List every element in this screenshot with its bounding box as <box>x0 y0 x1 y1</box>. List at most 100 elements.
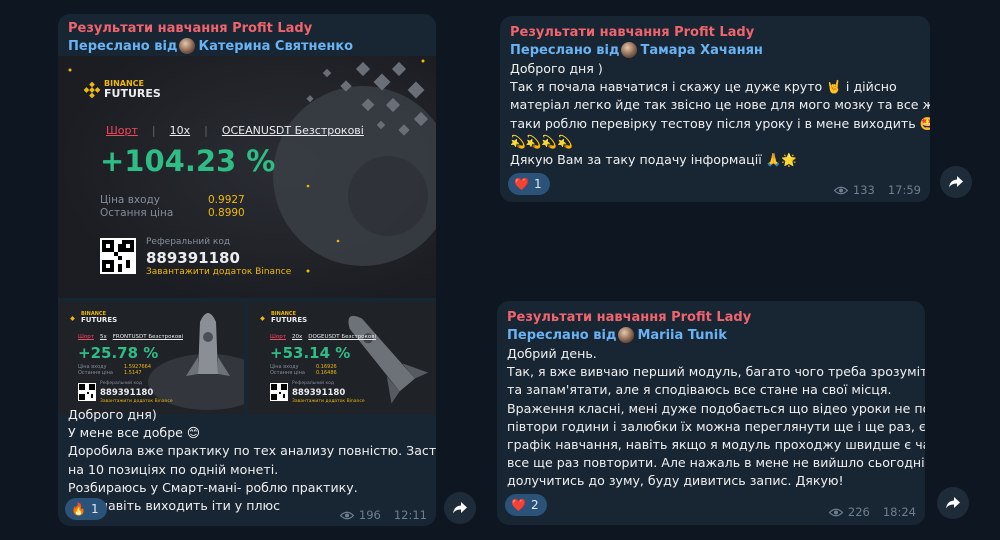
binance-icon <box>70 315 75 321</box>
text-line: Так я почала навчатися і скажу це дуже к… <box>510 79 897 95</box>
forwarded-prefix: Переслано від <box>68 38 178 54</box>
referral-code: 889391180 <box>146 249 240 267</box>
text-line: Доброго дня ) <box>510 61 603 76</box>
text-line: Враження класні, мені дуже подобається щ… <box>507 400 925 416</box>
logo-bottom-text: FUTURES <box>271 316 308 324</box>
position-side: Шорт <box>106 124 138 137</box>
message-text: Доброго дня ) Так я почала навчатися і с… <box>510 60 930 169</box>
view-count: 226 <box>847 505 870 519</box>
channel-title[interactable]: Результати навчання Profit Lady <box>507 310 751 325</box>
referral-label: Реферальний код <box>146 237 231 247</box>
reaction-count: 1 <box>90 502 99 516</box>
text-line: та запам'ятати, але я сподіваюсь все ста… <box>507 382 892 398</box>
reaction-button[interactable]: 🔥 1 <box>65 498 107 520</box>
reaction-button[interactable]: ❤️ 2 <box>505 494 547 516</box>
download-app-text: Завантажити додаток Binance <box>292 399 365 404</box>
view-count: 196 <box>358 508 381 522</box>
text-line: на 10 позиціях по одній монеті. <box>68 461 279 477</box>
view-count: 133 <box>852 183 875 197</box>
message-time: 12:11 <box>393 508 427 522</box>
qr-code-icon <box>100 238 136 274</box>
position-side: Шорт <box>270 334 286 340</box>
message-bubble[interactable]: Результати навчання Profit Lady Переслан… <box>58 14 436 526</box>
qr-code-icon <box>78 383 96 401</box>
download-app-text: Завантажити додаток Binance <box>100 399 173 404</box>
text-line: долучитись до зуму, буду дивитись запис.… <box>507 473 844 489</box>
share-arrow-icon <box>453 502 467 514</box>
referral-code: 889391180 <box>100 388 154 398</box>
last-price-label: Остання ціна <box>270 370 305 376</box>
forwarded-name[interactable]: Тамара Хачанян <box>640 43 762 58</box>
last-price-value: 0.16486 <box>316 370 337 376</box>
last-price-label: Остання ціна <box>100 207 174 219</box>
forwarded-from[interactable]: Переслано від Тамара Хачанян <box>510 42 763 58</box>
forwarded-from[interactable]: Переслано від Катерина Святненко <box>68 38 353 54</box>
position-leverage: 20x <box>291 334 303 340</box>
last-price-label: Остання ціна <box>78 370 113 376</box>
position-side: Шорт <box>78 334 94 340</box>
text-line: півтори години і залюбки їх можна перегл… <box>507 418 925 434</box>
position-tabs: Шорт | 10x | OCEANUSDT Безстрокові <box>106 124 364 137</box>
pnl-percent: +104.23 % <box>100 144 276 178</box>
message-time: 18:24 <box>882 505 916 519</box>
message-bubble[interactable]: Результати навчання Profit Lady Переслан… <box>500 16 930 202</box>
text-line: Доробила вже практику по тех анализу пов… <box>68 443 436 459</box>
message-meta: 196 12:11 <box>339 508 427 522</box>
logo-bottom-text: FUTURES <box>81 316 118 324</box>
text-line: Дякую Вам за таку подачу інформації 🙏🌟 <box>510 152 798 168</box>
position-pair: FRONTUSDT Безстрокові <box>112 334 183 340</box>
entry-price-value: 0.9927 <box>208 194 245 206</box>
message-meta: 133 17:59 <box>833 183 921 197</box>
share-arrow-icon <box>949 176 963 188</box>
share-button[interactable] <box>444 492 476 524</box>
binance-icon <box>84 81 100 98</box>
eye-icon <box>339 511 354 519</box>
message-text: Доброго дня) У мене все добре 😊 Доробила… <box>68 406 436 515</box>
forwarded-prefix: Переслано від <box>507 327 617 343</box>
position-pair: DOGEUSDT Безстрокові <box>308 334 377 340</box>
binance-logo: BINANCE FUTURES <box>68 312 117 324</box>
channel-title[interactable]: Результати навчання Profit Lady <box>510 25 754 40</box>
photo-binance-small-1[interactable]: BINANCE FUTURES Шорт 5x FRONTUSDT Безстр… <box>58 302 244 414</box>
text-line: У мене все добре 😊 <box>68 425 201 441</box>
text-line: графік навчання, навіть якщо я модуль пр… <box>507 437 925 453</box>
message-text: Добрий день. Так, я вже вивчаю перший мо… <box>507 345 925 491</box>
message-time: 17:59 <box>887 183 921 197</box>
binance-logo: BINANCE FUTURES <box>84 80 161 99</box>
sender-avatar <box>618 327 635 343</box>
position-tabs: Шорт 20x DOGEUSDT Безстрокові <box>270 334 376 340</box>
reaction-emoji: 🔥 <box>71 502 86 516</box>
text-line: Добрий день. <box>507 346 597 361</box>
eye-icon <box>833 186 848 194</box>
reaction-emoji: ❤️ <box>511 498 526 512</box>
forwarded-prefix: Переслано від <box>510 42 620 58</box>
reaction-count: 1 <box>533 177 542 191</box>
sender-avatar <box>621 42 638 58</box>
reaction-button[interactable]: ❤️ 1 <box>508 173 550 195</box>
forwarded-from[interactable]: Переслано від Mariia Tunik <box>507 327 727 343</box>
text-line: Розбираюсь у Смарт-мані- роблю практику. <box>68 479 358 495</box>
message-bubble[interactable]: Результати навчання Profit Lady Переслан… <box>497 301 925 525</box>
last-price-value: 1.5147 <box>124 370 142 376</box>
forwarded-name[interactable]: Катерина Святненко <box>198 39 353 54</box>
reaction-emoji: ❤️ <box>514 177 529 191</box>
share-button[interactable] <box>940 166 972 198</box>
binance-logo: BINANCE FUTURES <box>258 312 307 324</box>
photo-binance-small-2[interactable]: BINANCE FUTURES Шорт 20x DOGEUSDT Безстр… <box>248 302 436 414</box>
position-tabs: Шорт 5x FRONTUSDT Безстрокові <box>78 334 183 340</box>
position-leverage: 5x <box>99 334 107 340</box>
reaction-count: 2 <box>530 498 539 512</box>
referral-label: Реферальний код <box>100 381 143 386</box>
message-meta: 226 18:24 <box>828 505 916 519</box>
position-pair: OCEANUSDT Безстрокові <box>221 124 364 137</box>
photo-binance-main[interactable]: BINANCE FUTURES Шорт | 10x | OCEANUSDT Б… <box>58 56 436 298</box>
text-line: матеріал легко йде так звісно це нове дл… <box>510 97 930 113</box>
channel-title[interactable]: Результати навчання Profit Lady <box>68 21 312 36</box>
qr-code-icon <box>270 383 288 401</box>
share-button[interactable] <box>937 487 969 519</box>
share-arrow-icon <box>946 497 960 509</box>
eye-icon <box>828 508 843 516</box>
text-line: 💫💫💫💫 <box>510 133 573 149</box>
forwarded-name[interactable]: Mariia Tunik <box>637 328 726 343</box>
sender-avatar <box>179 38 196 54</box>
